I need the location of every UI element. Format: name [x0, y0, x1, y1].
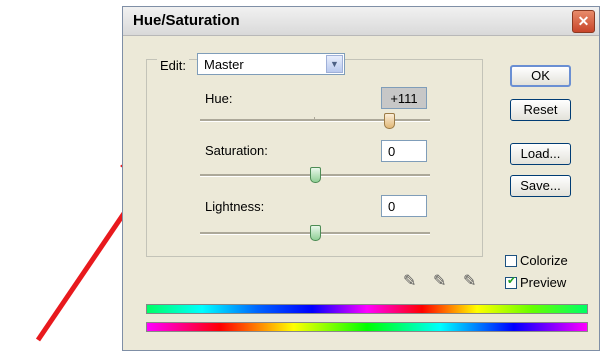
hue-saturation-dialog: Hue/Saturation ✕ Edit: Master ▼ Hue: +11…	[122, 6, 600, 351]
checkmark-icon: ✔	[507, 275, 517, 287]
ok-button[interactable]: OK	[510, 65, 571, 87]
lightness-input[interactable]: 0	[381, 195, 427, 217]
hue-slider-thumb[interactable]	[383, 113, 395, 129]
chevron-down-icon[interactable]: ▼	[326, 55, 343, 73]
saturation-slider-thumb[interactable]	[310, 167, 321, 183]
reset-button[interactable]: Reset	[510, 99, 571, 121]
lightness-slider-thumb[interactable]	[310, 225, 321, 241]
colorize-checkbox[interactable]	[505, 255, 517, 267]
original-spectrum-bar	[146, 322, 588, 332]
colorize-label: Colorize	[520, 253, 568, 268]
edit-dropdown-value: Master	[204, 57, 244, 72]
load-button[interactable]: Load...	[510, 143, 571, 165]
lightness-label: Lightness:	[205, 199, 265, 214]
preview-checkbox[interactable]: ✔	[505, 275, 517, 289]
preview-label: Preview	[520, 275, 567, 290]
close-icon[interactable]: ✕	[572, 10, 595, 33]
saturation-input[interactable]: 0	[381, 140, 427, 162]
eyedropper-plus-icon[interactable]: ✎	[433, 271, 446, 291]
save-button[interactable]: Save...	[510, 175, 571, 197]
eyedropper-icon[interactable]: ✎	[403, 271, 416, 291]
eyedropper-minus-icon[interactable]: ✎	[463, 271, 476, 291]
hue-center-tick	[314, 117, 315, 121]
hue-input[interactable]: +111	[381, 87, 427, 109]
hue-label: Hue:	[205, 91, 233, 106]
edit-label: Edit:	[157, 58, 190, 73]
dialog-title: Hue/Saturation	[133, 12, 240, 29]
edit-dropdown[interactable]: Master ▼	[197, 53, 345, 75]
title-bar: Hue/Saturation ✕	[123, 7, 599, 36]
shifted-spectrum-bar	[146, 304, 588, 314]
hue-slider-track[interactable]	[200, 119, 430, 122]
saturation-label: Saturation:	[205, 143, 268, 158]
